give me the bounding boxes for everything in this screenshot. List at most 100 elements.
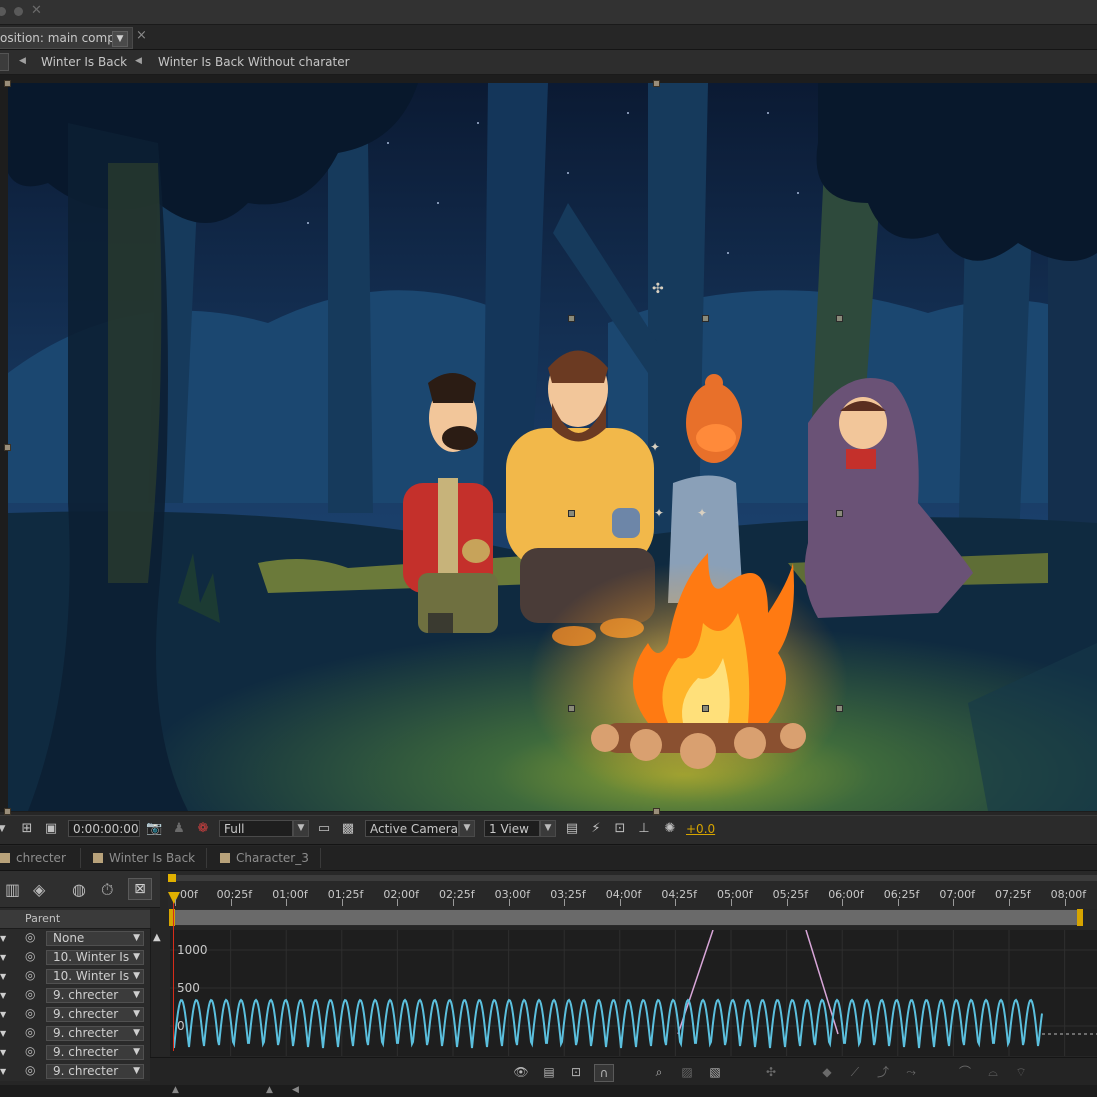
window-control-icon[interactable] <box>0 7 6 16</box>
graph-options-icon[interactable]: ▤ <box>540 1064 558 1080</box>
navigator-start-handle[interactable] <box>168 874 176 882</box>
tab-character-3[interactable]: Character_3 <box>220 848 309 868</box>
layer-row[interactable]: ▼ ◎ None ▼ <box>0 930 150 948</box>
transform-handle[interactable] <box>4 808 11 815</box>
fast-previews-icon[interactable]: ⚡ <box>588 821 604 837</box>
expand-triangle-icon[interactable]: ▼ <box>0 1067 6 1076</box>
parent-select[interactable]: 10. Winter Is ▼ <box>46 969 144 984</box>
camera-icon[interactable]: 📷 <box>146 821 162 837</box>
transparency-grid-icon[interactable]: ▩ <box>340 821 356 837</box>
anchor-point-icon[interactable]: ✦ <box>654 506 664 520</box>
transform-handle[interactable] <box>568 705 575 712</box>
show-properties-icon[interactable]: 👁 <box>512 1064 530 1080</box>
expand-triangle-icon[interactable]: ▼ <box>0 1010 6 1019</box>
parent-select[interactable]: 9. chrecter ▼ <box>46 1026 144 1041</box>
layer-row[interactable]: ▼ ◎ 9. chrecter ▼ <box>0 1025 150 1043</box>
tab-winter-is-back[interactable]: Winter Is Back <box>93 848 195 868</box>
lock-icon[interactable] <box>0 53 9 71</box>
zoom-out-icon[interactable]: ▲ <box>172 1085 179 1095</box>
time-navigator-bar[interactable] <box>168 875 1097 881</box>
anchor-point-icon[interactable]: ✦ <box>697 506 707 520</box>
close-icon[interactable]: ✕ <box>31 3 42 18</box>
work-area-start-handle[interactable] <box>169 909 175 926</box>
edit-keyframe-icon[interactable]: ✣ <box>762 1064 780 1080</box>
auto-bezier-icon[interactable]: ⤴ <box>874 1064 892 1080</box>
work-area-end-handle[interactable] <box>1077 909 1083 926</box>
color-channels-icon[interactable]: ❁ <box>195 821 211 837</box>
scroll-up-icon[interactable]: ▲ <box>153 932 161 943</box>
breadcrumb-item[interactable]: Winter Is Back <box>41 55 127 69</box>
anchor-point-icon[interactable]: ✦ <box>650 440 660 454</box>
transform-handle[interactable] <box>568 315 575 322</box>
chevron-down-icon[interactable]: ▼ <box>112 31 128 47</box>
chevron-down-icon[interactable]: ▼ <box>293 820 309 837</box>
timeline-icon[interactable]: ⊡ <box>612 821 628 837</box>
fast-preview-icon[interactable]: ▭ <box>316 821 332 837</box>
playhead-line[interactable] <box>173 895 174 1051</box>
fit-selection-icon[interactable]: ⌕ <box>650 1064 668 1080</box>
chevron-down-icon[interactable]: ▼ <box>0 821 10 837</box>
transform-handle[interactable] <box>653 80 660 87</box>
parent-select[interactable]: 9. chrecter ▼ <box>46 1045 144 1060</box>
pick-whip-icon[interactable]: ◎ <box>25 1044 35 1058</box>
separate-dimensions-icon[interactable]: ▧ <box>706 1064 724 1080</box>
pick-whip-icon[interactable]: ◎ <box>25 1025 35 1039</box>
linear-keyframe-icon[interactable]: ⟋ <box>846 1064 864 1080</box>
graph-editor-toggle-icon[interactable]: ⊠ <box>128 878 152 900</box>
transform-handle[interactable] <box>702 705 709 712</box>
transform-handle[interactable] <box>653 808 660 815</box>
anchor-point-icon[interactable]: ✣ <box>652 281 664 297</box>
transform-handle[interactable] <box>836 510 843 517</box>
transform-handle[interactable] <box>836 315 843 322</box>
layer-row[interactable]: ▼ ◎ 9. chrecter ▼ <box>0 1044 150 1062</box>
playhead-marker-icon[interactable] <box>168 892 180 904</box>
pick-whip-icon[interactable]: ◎ <box>25 987 35 1001</box>
stopwatch-icon[interactable]: ⏱ <box>101 880 113 900</box>
exposure-icon[interactable]: ✺ <box>662 821 678 837</box>
expand-triangle-icon[interactable]: ▼ <box>0 1048 6 1057</box>
pick-whip-icon[interactable]: ◎ <box>25 1063 35 1077</box>
pick-whip-icon[interactable]: ◎ <box>25 949 35 963</box>
layer-row[interactable]: ▼ ◎ 9. chrecter ▼ <box>0 1063 150 1081</box>
bezier-icon[interactable]: ⤳ <box>902 1064 920 1080</box>
layer-row[interactable]: ▼ ◎ 9. chrecter ▼ <box>0 1006 150 1024</box>
campfire-scene-image[interactable] <box>8 83 1097 811</box>
parent-select[interactable]: 9. chrecter ▼ <box>46 1007 144 1022</box>
easy-ease-out-icon[interactable]: ⌔ <box>1012 1064 1030 1080</box>
hold-keyframe-icon[interactable]: ◆ <box>818 1064 836 1080</box>
expand-triangle-icon[interactable]: ▼ <box>0 934 6 943</box>
tab-chrecter[interactable]: chrecter <box>0 848 66 868</box>
expand-triangle-icon[interactable]: ▼ <box>0 991 6 1000</box>
resolution-select[interactable]: Full <box>219 820 293 837</box>
transform-handle[interactable] <box>702 315 709 322</box>
exposure-value[interactable]: +0.0 <box>686 822 715 836</box>
expand-triangle-icon[interactable]: ▼ <box>0 953 6 962</box>
fit-all-icon[interactable]: ▨ <box>678 1064 696 1080</box>
parent-select[interactable]: 10. Winter Is ▼ <box>46 950 144 965</box>
graph-editor[interactable]: 1000 500 0 <box>170 930 1097 1056</box>
toggle-mask-icon[interactable]: ▣ <box>43 821 59 837</box>
region-of-interest-icon[interactable]: ⊞ <box>19 821 35 837</box>
chevron-down-icon[interactable]: ▼ <box>540 820 556 837</box>
close-icon[interactable]: × <box>136 28 147 43</box>
transform-handle[interactable] <box>4 80 11 87</box>
search-layer-icon[interactable]: ◍ <box>72 880 86 899</box>
parent-select[interactable]: None ▼ <box>46 931 144 946</box>
flowchart-icon[interactable]: ⊥ <box>636 821 652 837</box>
pick-whip-icon[interactable]: ◎ <box>25 930 35 944</box>
view-layout-select[interactable]: 1 View <box>484 820 540 837</box>
parent-select[interactable]: 9. chrecter ▼ <box>46 1064 144 1079</box>
person-icon[interactable]: ♟ <box>171 821 187 837</box>
breadcrumb-item[interactable]: Winter Is Back Without charater <box>158 55 350 69</box>
composition-mini-flowchart-icon[interactable]: ▥ <box>5 880 20 899</box>
timecode-field[interactable]: 0:00:00:00 <box>68 820 140 837</box>
chevron-left-icon[interactable]: ◀ <box>292 1085 299 1095</box>
pick-whip-icon[interactable]: ◎ <box>25 968 35 982</box>
transform-handle[interactable] <box>4 444 11 451</box>
tab-composition[interactable]: osition: main comp ▼ <box>0 27 133 49</box>
transform-handle[interactable] <box>568 510 575 517</box>
pick-whip-icon[interactable]: ◎ <box>25 1006 35 1020</box>
easy-ease-in-icon[interactable]: ⌓ <box>984 1064 1002 1080</box>
expand-triangle-icon[interactable]: ▼ <box>0 972 6 981</box>
transform-box-icon[interactable]: ⊡ <box>567 1064 585 1080</box>
